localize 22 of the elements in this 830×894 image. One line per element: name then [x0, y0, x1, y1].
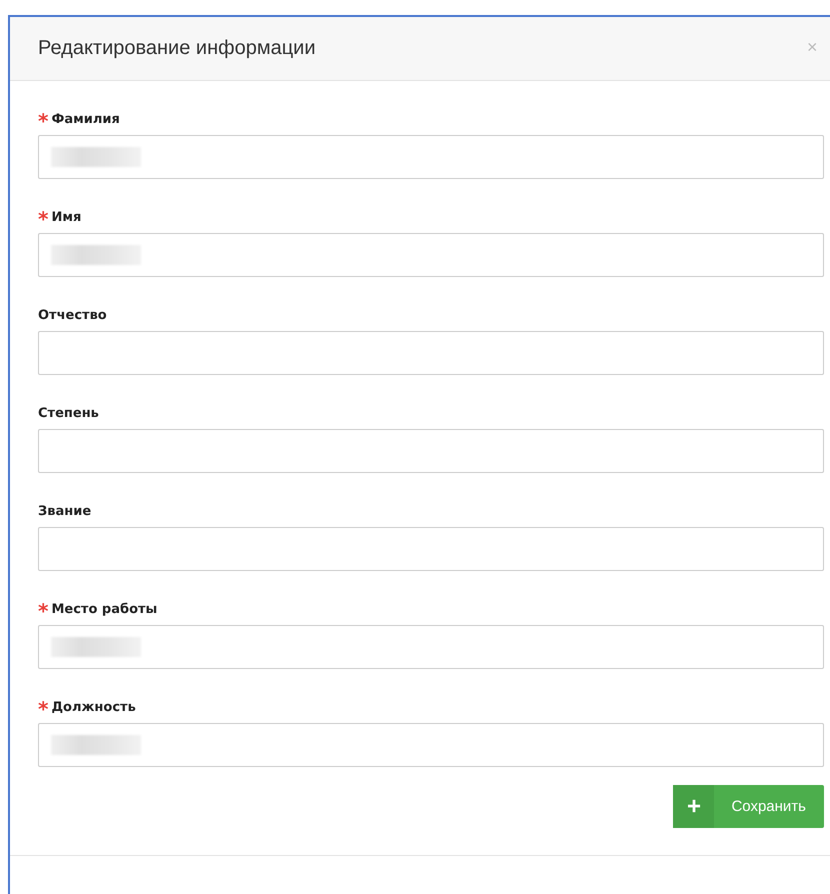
field-label: Звание [38, 504, 92, 518]
required-mark: * [38, 209, 48, 225]
input-field[interactable] [38, 135, 824, 179]
dialog-title: Редактирование информации [38, 37, 316, 60]
save-button[interactable]: + Сохранить [673, 785, 824, 828]
close-button[interactable]: × [807, 37, 818, 57]
input-field[interactable] [38, 625, 824, 669]
input-field[interactable] [38, 527, 824, 571]
plus-icon: + [673, 785, 714, 828]
field-label: Имя [51, 210, 82, 224]
input-field[interactable] [38, 723, 824, 767]
field-label: Должность [51, 700, 136, 714]
input-field[interactable] [38, 429, 824, 473]
field-label: Фамилия [51, 112, 120, 126]
field-label: Отчество [38, 308, 107, 322]
required-mark: * [38, 699, 48, 715]
field-label: Место работы [51, 602, 158, 616]
input-field[interactable] [38, 331, 824, 375]
required-mark: * [38, 601, 48, 617]
required-mark: * [38, 111, 48, 127]
input-field[interactable] [38, 233, 824, 277]
field-label: Степень [38, 406, 99, 420]
